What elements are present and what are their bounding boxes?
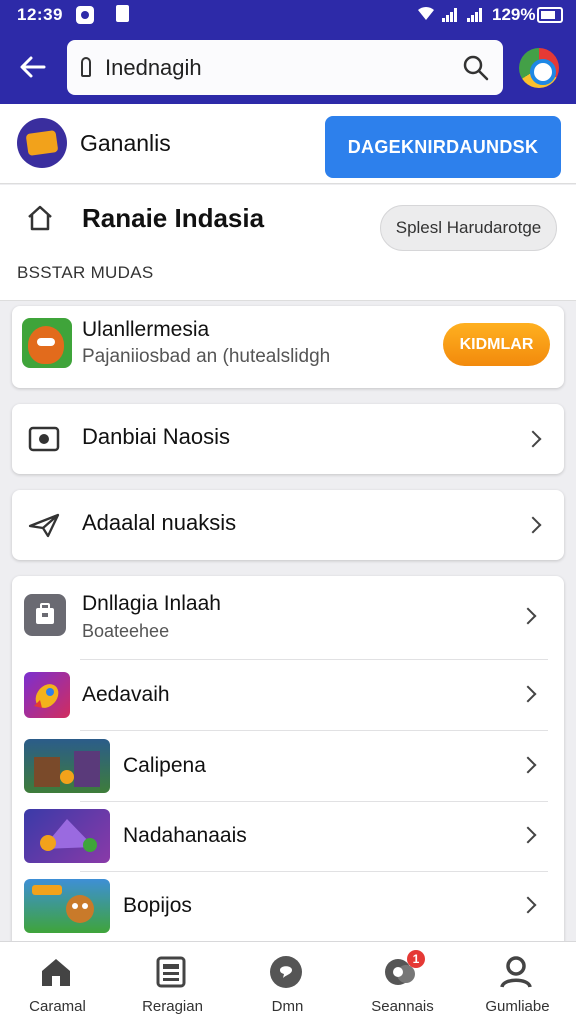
nav-item-news[interactable]: Reragian — [115, 942, 230, 1024]
promo-title: Ulanllermesia — [82, 318, 210, 341]
nav-label: Reragian — [142, 998, 203, 1015]
chevron-right-icon — [524, 430, 542, 448]
browser-icon[interactable] — [519, 48, 559, 88]
promo-button[interactable]: KIDMLAR — [443, 323, 550, 366]
game-thumb-icon — [24, 809, 110, 863]
list-item-title: Calipena — [123, 754, 206, 777]
list-item[interactable]: Calipena — [12, 731, 564, 802]
promo-subtitle: Pajaniiosbad an (hutealslidgh — [82, 346, 331, 367]
battery-percent: 129% — [492, 5, 536, 24]
nav-label: Gumliabe — [485, 998, 550, 1015]
chevron-right-icon — [519, 607, 537, 625]
home-outline-icon — [25, 203, 55, 233]
record-icon — [28, 426, 60, 452]
game-thumb-icon — [24, 879, 110, 933]
list-item[interactable]: Nadahanaais — [12, 802, 564, 872]
section-subheading: BSSTAR MUDAS — [17, 263, 154, 282]
avatar[interactable] — [17, 118, 67, 168]
game-thumb-icon — [24, 739, 110, 793]
menu-row-label: Adaalal nuaksis — [82, 510, 237, 535]
app-header: 12:39 129% Inednagih — [0, 0, 576, 104]
chevron-right-icon — [524, 516, 542, 534]
list-item[interactable]: Dnllagia Inlaah Boateehee — [12, 576, 564, 660]
app-mascot-icon — [22, 318, 72, 368]
notification-app-icon — [76, 6, 94, 24]
send-icon — [28, 512, 60, 538]
chevron-right-icon — [519, 826, 537, 844]
chevron-right-icon — [519, 685, 537, 703]
chat-icon — [268, 954, 304, 990]
search-input[interactable]: Inednagih — [67, 40, 503, 95]
wifi-icon — [416, 4, 436, 27]
notification-file-icon — [116, 5, 129, 22]
chevron-right-icon — [519, 756, 537, 774]
mic-icon — [81, 57, 91, 77]
list-item[interactable]: Bopijos — [12, 872, 564, 944]
menu-row-label: Danbiai Naosis — [82, 424, 230, 449]
primary-action-button[interactable]: DAGEKNIRDAUNDSK — [325, 116, 561, 178]
nav-item-messages[interactable]: 1 Seannais — [345, 942, 460, 1024]
rocket-icon — [24, 672, 70, 718]
signal-icon — [442, 8, 458, 22]
filter-chip[interactable]: Splesl Harudarotge — [380, 205, 557, 251]
menu-row[interactable]: Danbiai Naosis — [12, 404, 564, 474]
briefcase-icon — [24, 594, 66, 636]
list-item-subtitle: Boateehee — [82, 621, 170, 641]
back-arrow-icon[interactable] — [16, 50, 50, 84]
newspaper-icon — [153, 954, 189, 990]
battery-icon — [537, 7, 563, 23]
list-item-title: Dnllagia Inlaah — [82, 592, 221, 615]
person-icon — [498, 954, 534, 990]
list-card: Dnllagia Inlaah Boateehee Aedavaih Calip… — [12, 576, 564, 956]
notification-badge: 1 — [407, 950, 425, 968]
search-query: Inednagih — [105, 55, 202, 80]
bottom-nav: Caramal Reragian Dmn 1 Seannais Gumliabe — [0, 941, 576, 1024]
account-row: Gananlis DAGEKNIRDAUNDSK — [0, 104, 576, 184]
list-item-title: Nadahanaais — [123, 824, 247, 847]
list-item-title: Aedavaih — [82, 683, 170, 706]
nav-label: Caramal — [29, 998, 86, 1015]
menu-row[interactable]: Adaalal nuaksis — [12, 490, 564, 560]
nav-item-profile[interactable]: Gumliabe — [460, 942, 575, 1024]
section-header: Ranaie Indasia Splesl Harudarotge BSSTAR… — [0, 185, 576, 301]
list-item[interactable]: Aedavaih — [12, 660, 564, 731]
nav-label: Dmn — [271, 998, 304, 1015]
status-time: 12:39 — [17, 5, 63, 24]
chevron-right-icon — [519, 896, 537, 914]
search-icon[interactable] — [461, 53, 491, 83]
status-bar: 12:39 129% — [0, 0, 576, 30]
nav-item-home[interactable]: Caramal — [0, 942, 115, 1024]
home-icon — [38, 954, 74, 990]
section-title: Ranaie Indasia — [82, 203, 265, 233]
account-name: Gananlis — [80, 130, 171, 156]
promo-card[interactable]: Ulanllermesia Pajaniiosbad an (hutealsli… — [12, 306, 564, 388]
nav-item-chat[interactable]: Dmn — [230, 942, 345, 1024]
list-item-title: Bopijos — [123, 894, 192, 917]
nav-label: Seannais — [371, 998, 434, 1015]
signal-icon — [467, 8, 483, 22]
